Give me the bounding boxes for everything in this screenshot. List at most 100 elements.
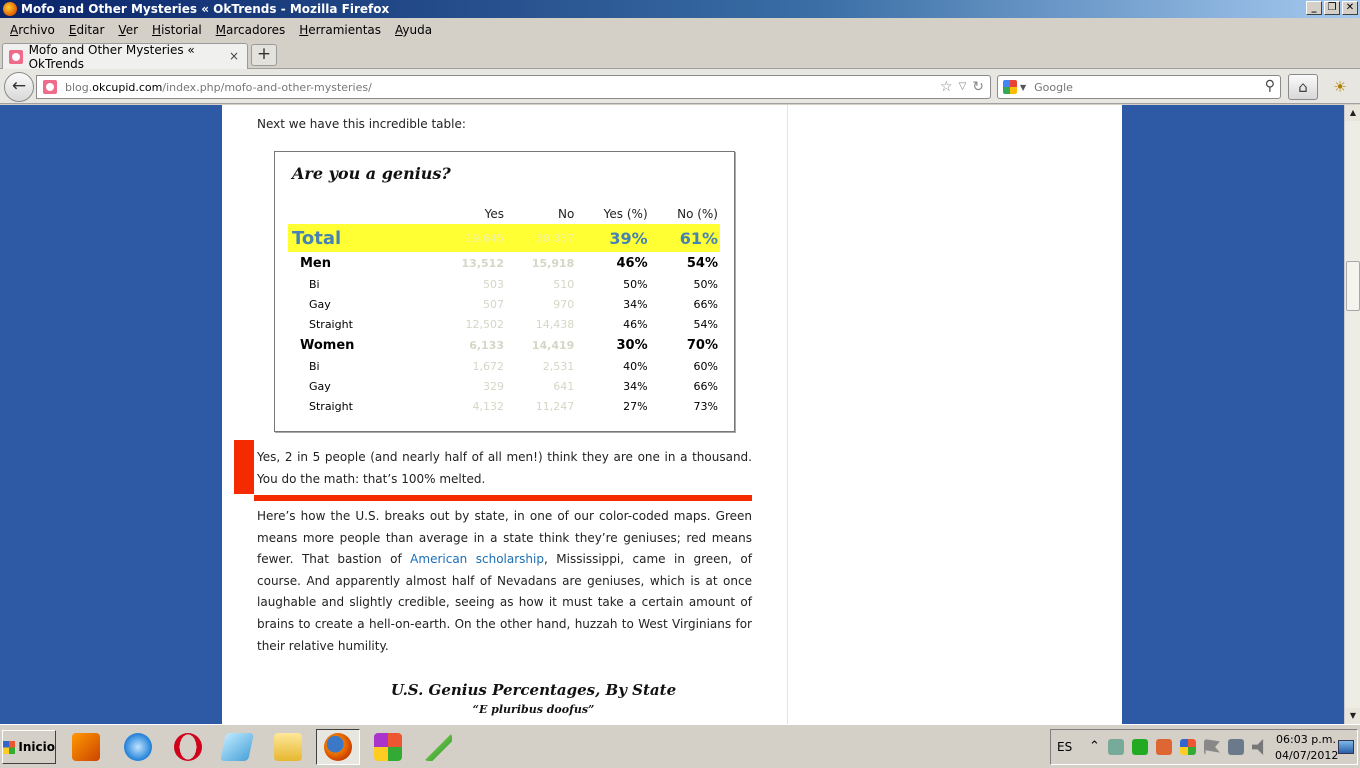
opera-task[interactable] — [166, 729, 210, 765]
row-no-pct: 54% — [686, 255, 718, 271]
scroll-up-arrow-icon[interactable]: ▲ — [1345, 105, 1360, 121]
map-subtitle: “E pluribus doofus” — [472, 703, 595, 716]
firefox-taskbar-icon — [324, 733, 352, 761]
table-row-group: Men 13,512 15,918 46% 54% — [288, 252, 720, 274]
row-no-count: 14,438 — [535, 317, 575, 331]
scroll-thumb[interactable] — [1346, 261, 1360, 311]
tray-icons: ⌃ — [1089, 739, 1268, 755]
app-tray-icon[interactable] — [1155, 739, 1172, 755]
menu-archivo[interactable]: Archivo — [3, 23, 62, 37]
system-tray: ES ⌃ 06:03 p.m. 04/07/2012 — [1050, 729, 1358, 765]
menu-herramientas[interactable]: Herramientas — [292, 23, 388, 37]
row-yes-pct: 46% — [623, 317, 648, 331]
para-text-end: , Mississippi, came in green, of course.… — [257, 552, 752, 653]
browser-viewport: Next we have this incredible table: Are … — [0, 105, 1344, 724]
row-label: Bi — [309, 359, 320, 373]
engine-dropdown-icon[interactable]: ▼ — [1020, 83, 1026, 92]
language-indicator[interactable]: ES — [1057, 740, 1072, 754]
table-header-row: Yes No Yes (%) No (%) — [288, 204, 720, 224]
url-bar[interactable]: blog.okcupid.com/index.php/mofo-and-othe… — [36, 75, 991, 99]
row-yes-count: 4,132 — [472, 399, 504, 413]
row-label: Gay — [309, 379, 331, 393]
row-yes-count: 329 — [482, 379, 504, 393]
start-button[interactable]: Inicio — [2, 730, 56, 764]
notepad-task[interactable] — [215, 729, 259, 765]
media-player-icon — [72, 733, 100, 761]
menu-historial[interactable]: Historial — [145, 23, 209, 37]
callout-underline — [254, 495, 752, 501]
row-no-count: 970 — [553, 297, 575, 311]
minimize-button[interactable]: _ — [1306, 1, 1322, 15]
row-label: Straight — [309, 317, 353, 331]
tab-close-icon[interactable]: × — [229, 49, 239, 63]
scroll-down-arrow-icon[interactable]: ▼ — [1345, 708, 1360, 724]
okcupid-favicon-icon — [9, 49, 23, 64]
windows-tray-icon[interactable] — [1179, 739, 1196, 755]
callout-accent-bar — [234, 440, 254, 494]
system-clock[interactable]: 06:03 p.m. 04/07/2012 — [1275, 732, 1339, 764]
url-prefix: blog. — [65, 80, 93, 94]
back-button[interactable]: ← — [4, 72, 34, 102]
home-button[interactable]: ⌂ — [1288, 74, 1318, 100]
blog-page: Next we have this incredible table: Are … — [222, 105, 1122, 724]
menu-editar[interactable]: Editar — [62, 23, 112, 37]
new-tab-button[interactable]: + — [251, 44, 277, 66]
row-label: Men — [300, 255, 332, 271]
table-row-total: Total 19,645 30,337 39% 61% — [288, 224, 720, 252]
restore-button[interactable]: ❐ — [1324, 1, 1340, 15]
firefox-task[interactable] — [316, 729, 360, 765]
url-path: /index.php/mofo-and-other-mysteries/ — [162, 80, 372, 94]
action-center-flag-icon[interactable] — [1203, 739, 1220, 755]
vertical-scrollbar[interactable]: ▲ ▼ — [1344, 105, 1360, 724]
site-identity-icon[interactable] — [43, 80, 57, 94]
reload-icon[interactable]: ↻ — [972, 79, 984, 95]
firefox-icon — [3, 2, 17, 16]
folder-icon — [274, 733, 302, 761]
table-row-sub: Straight 12,502 14,438 46% 54% — [288, 314, 720, 334]
row-no-pct: 54% — [693, 317, 718, 331]
body-paragraph: Here’s how the U.S. breaks out by state,… — [257, 506, 752, 657]
show-desktop-button[interactable] — [1338, 740, 1354, 754]
search-magnifier-icon[interactable]: ⚲ — [1265, 78, 1275, 94]
close-button[interactable]: ✕ — [1342, 1, 1358, 15]
header-yes: Yes — [484, 207, 504, 221]
row-no-count: 510 — [553, 277, 575, 291]
row-yes-pct: 34% — [623, 379, 648, 393]
url-domain: okcupid.com — [92, 80, 163, 94]
volume-tray-icon[interactable] — [1251, 739, 1264, 755]
menu-ver[interactable]: Ver — [111, 23, 145, 37]
window-title: Mofo and Other Mysteries « OkTrends - Mo… — [21, 2, 390, 16]
sync-tray-icon[interactable] — [1131, 739, 1148, 755]
network-tray-icon[interactable] — [1227, 739, 1244, 755]
search-input[interactable] — [1034, 80, 1265, 94]
editor-task[interactable] — [416, 729, 460, 765]
explorer-task[interactable] — [266, 729, 310, 765]
row-no-pct: 73% — [693, 399, 718, 413]
history-dropdown-icon[interactable]: ▽ — [959, 79, 967, 95]
bookmark-star-icon[interactable]: ☆ — [940, 79, 953, 95]
window-titlebar: Mofo and Other Mysteries « OkTrends - Mo… — [0, 0, 1360, 18]
internet-explorer-icon — [124, 733, 152, 761]
tray-expand-icon[interactable]: ⌃ — [1089, 739, 1100, 755]
american-scholarship-link[interactable]: American scholarship — [410, 552, 544, 566]
clock-time: 06:03 p.m. — [1276, 733, 1336, 746]
search-bar[interactable]: ▼ ⚲ — [997, 75, 1281, 99]
internet-explorer-task[interactable] — [116, 729, 160, 765]
office-task[interactable] — [366, 729, 410, 765]
media-player-task[interactable] — [64, 729, 108, 765]
menu-marcadores[interactable]: Marcadores — [209, 23, 293, 37]
tab-bar: Mofo and Other Mysteries « OkTrends × + — [0, 41, 1360, 71]
windows-taskbar: Inicio ES ⌃ 06:03 p.m. 04/07/2012 — [0, 724, 1360, 768]
callout-text: Yes, 2 in 5 people (and nearly half of a… — [257, 450, 752, 486]
row-yes-count: 13,512 — [461, 256, 504, 270]
header-no: No — [557, 207, 575, 221]
opera-icon — [174, 733, 202, 761]
table-row-sub: Bi 1,672 2,531 40% 60% — [288, 356, 720, 376]
header-no-pct: No (%) — [677, 207, 718, 221]
security-tray-icon[interactable] — [1107, 739, 1124, 755]
google-engine-icon[interactable] — [1003, 80, 1017, 94]
clock-date: 04/07/2012 — [1275, 749, 1339, 762]
addon-button[interactable]: ☀ — [1324, 74, 1356, 100]
tab-okcupid[interactable]: Mofo and Other Mysteries « OkTrends × — [2, 43, 248, 71]
menu-ayuda[interactable]: Ayuda — [388, 23, 439, 37]
